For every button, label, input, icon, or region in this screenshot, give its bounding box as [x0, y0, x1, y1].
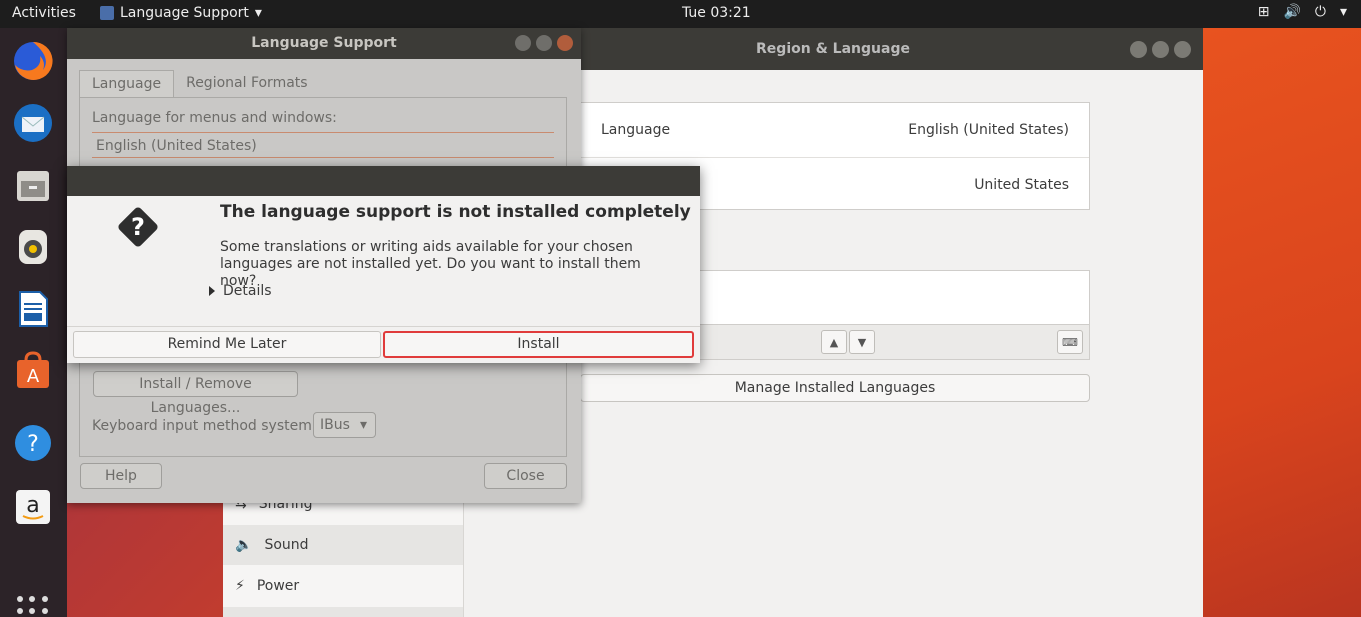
language-label: Language — [601, 122, 671, 138]
language-support-icon — [100, 6, 114, 20]
desktop-background — [1203, 28, 1361, 617]
window-controls — [515, 35, 573, 51]
settings-title: Region & Language — [756, 41, 910, 57]
details-label: Details — [223, 283, 272, 299]
details-expander[interactable]: Details — [209, 283, 272, 299]
language-row[interactable]: Language English (United States) — [581, 103, 1089, 157]
tab-language[interactable]: Language — [79, 70, 175, 97]
speaker-icon: 🔈 — [235, 537, 253, 553]
clock[interactable]: Tue 03:21 — [682, 5, 751, 21]
incomplete-language-support-dialog: ? The language support is not installed … — [67, 166, 700, 363]
maximize-icon[interactable] — [1152, 41, 1169, 58]
sidebar-item-label: Power — [256, 578, 300, 594]
dialog-titlebar — [67, 166, 700, 196]
minimize-icon[interactable] — [1130, 41, 1147, 58]
firefox-icon[interactable] — [10, 38, 56, 84]
install-remove-languages-button[interactable]: Install / Remove Languages... — [93, 371, 298, 416]
svg-text:?: ? — [131, 213, 145, 241]
system-tray[interactable]: ⊞ 🔊 ⏻ ▾ — [1258, 4, 1347, 20]
close-icon[interactable] — [557, 35, 573, 51]
maximize-icon[interactable] — [536, 35, 552, 51]
keyboard-input-method-label: Keyboard input method system: — [92, 418, 317, 434]
remind-me-later-button[interactable]: Remind Me Later — [73, 331, 381, 358]
chevron-down-icon: ▾ — [254, 5, 262, 21]
chevron-down-icon: ▾ — [359, 417, 367, 433]
network-icon: ⊞ — [1257, 4, 1270, 20]
help-button[interactable]: Help — [80, 463, 162, 489]
language-support-titlebar: Language Support — [67, 28, 581, 59]
svg-text:?: ? — [27, 432, 39, 457]
sidebar-item-next[interactable] — [223, 607, 463, 617]
close-button[interactable]: Close — [484, 463, 567, 489]
close-icon[interactable] — [1174, 41, 1191, 58]
language-support-tabs: Language Regional Formats — [79, 70, 320, 97]
expander-arrow-icon — [209, 286, 215, 296]
sidebar-item-sound[interactable]: 🔈 Sound — [223, 525, 463, 565]
sidebar-item-power[interactable]: ⚡ Power — [223, 566, 463, 606]
top-bar: Activities Language Support ▾ Tue 03:21 … — [0, 0, 1361, 28]
dialog-message: Some translations or writing aids availa… — [220, 239, 641, 289]
dialog-separator — [67, 326, 700, 327]
thunderbird-icon[interactable] — [10, 100, 56, 146]
show-applications-icon[interactable] — [17, 596, 49, 617]
move-down-button[interactable]: ▼ — [849, 330, 875, 354]
chevron-down-icon: ▾ — [1339, 4, 1347, 20]
move-up-button[interactable]: ▲ — [821, 330, 847, 354]
window-controls — [1130, 41, 1191, 58]
keyboard-icon[interactable]: ⌨ — [1057, 330, 1083, 354]
language-value: English (United States) — [908, 122, 1069, 138]
install-button[interactable]: Install — [383, 331, 694, 358]
files-icon[interactable] — [10, 162, 56, 208]
svg-text:A: A — [27, 366, 40, 387]
writer-icon[interactable] — [10, 286, 56, 332]
amazon-icon[interactable]: a — [10, 484, 56, 530]
minimize-icon[interactable] — [515, 35, 531, 51]
tab-regional-formats[interactable]: Regional Formats — [174, 70, 319, 97]
formats-value: United States — [974, 176, 1069, 193]
activities-button[interactable]: Activities — [12, 5, 76, 21]
sidebar-item-label: Sound — [264, 537, 309, 553]
volume-icon: 🔊 — [1283, 4, 1301, 20]
manage-installed-languages-button[interactable]: Manage Installed Languages — [580, 374, 1090, 402]
svg-text:a: a — [26, 493, 39, 518]
question-icon: ? — [118, 207, 158, 247]
input-method-select[interactable]: IBus ▾ — [313, 412, 376, 438]
rhythmbox-icon[interactable] — [10, 224, 56, 270]
list-item[interactable]: English (United States) — [92, 132, 554, 158]
dialog-heading: The language support is not installed co… — [220, 202, 691, 222]
software-center-icon[interactable]: A — [10, 348, 56, 394]
app-menu[interactable]: Language Support ▾ — [100, 5, 262, 21]
app-menu-label: Language Support — [120, 5, 249, 21]
dock: A ? a — [0, 28, 67, 617]
language-support-title: Language Support — [251, 35, 397, 51]
power-plug-icon: ⚡ — [235, 578, 245, 594]
power-icon: ⏻ — [1314, 4, 1326, 20]
input-method-value: IBus — [320, 417, 350, 433]
menus-language-label: Language for menus and windows: — [92, 110, 337, 126]
help-icon[interactable]: ? — [10, 420, 56, 466]
